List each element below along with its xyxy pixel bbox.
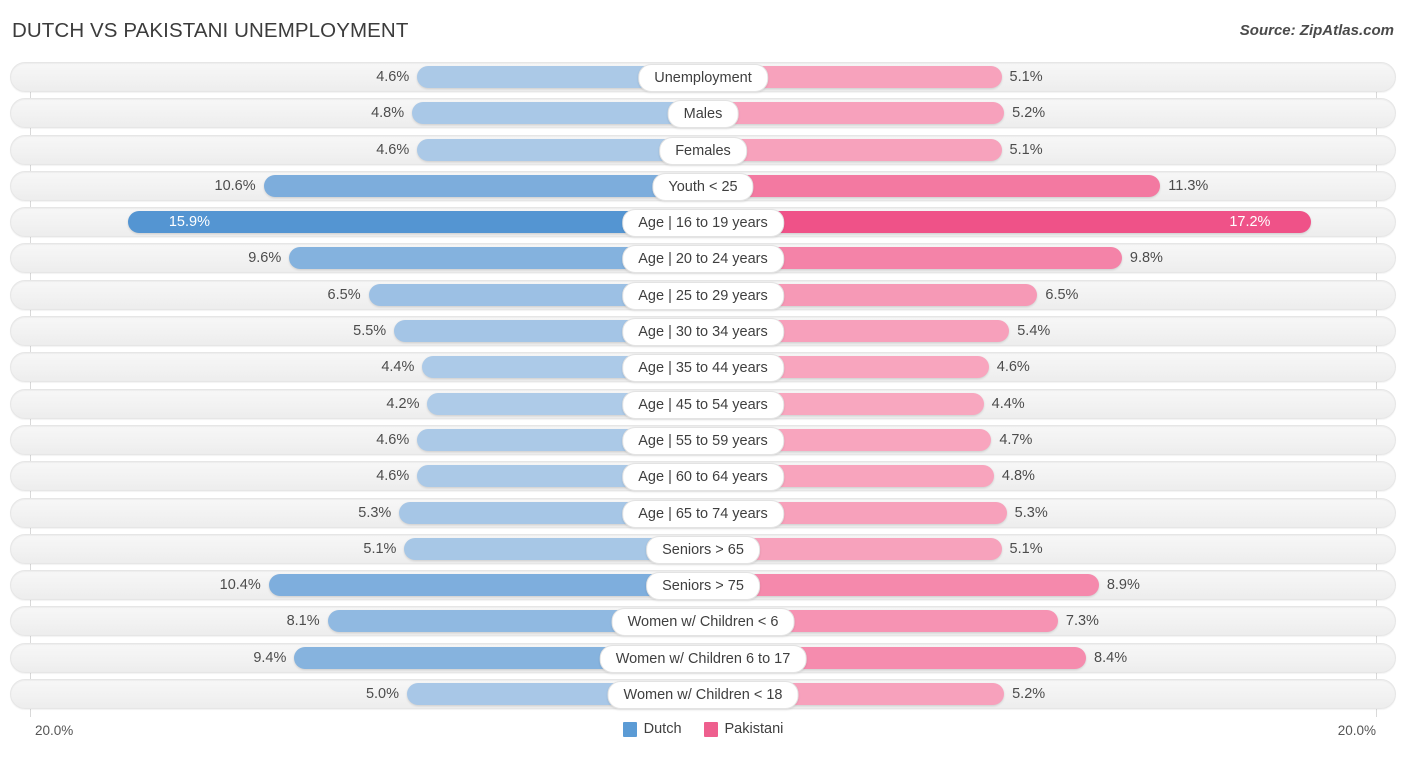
value-label-pakistani: 5.4% bbox=[1017, 323, 1051, 340]
category-label: Age | 25 to 29 years bbox=[622, 281, 784, 310]
category-label: Seniors > 65 bbox=[646, 535, 760, 564]
bar-pakistani bbox=[703, 138, 1002, 161]
value-label-pakistani: 5.1% bbox=[1009, 540, 1043, 557]
chart-row: 5.1% 5.1% Seniors > 65 bbox=[0, 533, 1406, 564]
chart-header: DUTCH VS PAKISTANI UNEMPLOYMENT Source: … bbox=[0, 0, 1406, 62]
value-label-dutch: 15.9% bbox=[168, 214, 210, 231]
category-label: Age | 30 to 34 years bbox=[622, 318, 784, 347]
chart-row: 4.6% 5.1% Females bbox=[0, 134, 1406, 165]
category-label: Age | 45 to 54 years bbox=[622, 390, 784, 419]
value-label-dutch: 8.1% bbox=[286, 613, 320, 630]
value-label-dutch: 5.5% bbox=[353, 323, 387, 340]
category-label: Women w/ Children < 18 bbox=[607, 681, 799, 710]
chart-row: 10.6% 11.3% Youth < 25 bbox=[0, 170, 1406, 201]
value-label-dutch: 5.0% bbox=[365, 686, 399, 703]
page-title: DUTCH VS PAKISTANI UNEMPLOYMENT bbox=[12, 19, 409, 42]
category-label: Unemployment bbox=[638, 64, 768, 92]
chart-row: 4.8% 5.2% Males bbox=[0, 98, 1406, 129]
category-label: Age | 65 to 74 years bbox=[622, 499, 784, 528]
bar-dutch bbox=[268, 574, 703, 597]
value-label-pakistani: 9.8% bbox=[1129, 250, 1163, 267]
category-label: Women w/ Children < 6 bbox=[611, 608, 795, 637]
category-label: Age | 35 to 44 years bbox=[622, 354, 784, 383]
value-label-pakistani: 11.3% bbox=[1168, 177, 1209, 194]
value-label-dutch: 5.1% bbox=[363, 540, 397, 557]
bar-dutch bbox=[412, 102, 703, 125]
value-label-dutch: 4.4% bbox=[381, 359, 415, 376]
bar-dutch bbox=[263, 174, 703, 197]
value-label-pakistani: 5.2% bbox=[1012, 686, 1046, 703]
chart-row: 10.4% 8.9% Seniors > 75 bbox=[0, 570, 1406, 601]
legend-label: Dutch bbox=[643, 721, 682, 737]
value-label-dutch: 4.6% bbox=[376, 431, 410, 448]
legend-swatch-pakistani bbox=[703, 721, 718, 737]
legend-item-pakistani[interactable]: Pakistani bbox=[703, 721, 784, 737]
value-label-pakistani: 17.2% bbox=[1229, 214, 1271, 231]
value-label-pakistani: 7.3% bbox=[1065, 613, 1099, 630]
category-label: Age | 16 to 19 years bbox=[622, 209, 784, 238]
category-label: Age | 20 to 24 years bbox=[622, 245, 784, 274]
bar-pakistani bbox=[703, 174, 1161, 197]
category-label: Age | 55 to 59 years bbox=[622, 426, 784, 455]
value-label-pakistani: 4.8% bbox=[1001, 468, 1035, 485]
value-label-dutch: 4.8% bbox=[371, 105, 405, 122]
legend-swatch-dutch bbox=[622, 721, 637, 737]
chart-row: 15.9% 17.2% Age | 16 to 19 years bbox=[0, 207, 1406, 238]
value-label-dutch: 4.2% bbox=[386, 395, 420, 412]
chart-row: 5.3% 5.3% Age | 65 to 74 years bbox=[0, 497, 1406, 528]
chart-row: 6.5% 6.5% Age | 25 to 29 years bbox=[0, 279, 1406, 310]
chart-row: 9.6% 9.8% Age | 20 to 24 years bbox=[0, 243, 1406, 274]
value-label-pakistani: 8.4% bbox=[1094, 649, 1128, 666]
category-label: Seniors > 75 bbox=[646, 572, 760, 601]
value-label-dutch: 9.6% bbox=[248, 250, 282, 267]
chart-row: 4.2% 4.4% Age | 45 to 54 years bbox=[0, 388, 1406, 419]
chart-footer: 20.0% 20.0% Dutch Pakistani bbox=[0, 717, 1406, 757]
category-label: Males bbox=[667, 100, 739, 129]
category-label: Women w/ Children 6 to 17 bbox=[599, 644, 807, 673]
value-label-dutch: 5.3% bbox=[358, 504, 392, 521]
chart-row: 8.1% 7.3% Women w/ Children < 6 bbox=[0, 606, 1406, 637]
value-label-dutch: 4.6% bbox=[376, 141, 410, 158]
chart-row: 4.6% 5.1% Unemployment bbox=[0, 62, 1406, 92]
bar-pakistani bbox=[703, 211, 1312, 234]
bar-pakistani bbox=[703, 102, 1005, 125]
bar-dutch bbox=[127, 211, 703, 234]
value-label-pakistani: 4.6% bbox=[996, 359, 1030, 376]
chart-row: 4.6% 4.7% Age | 55 to 59 years bbox=[0, 424, 1406, 455]
value-label-pakistani: 4.4% bbox=[991, 395, 1025, 412]
chart-row: 4.4% 4.6% Age | 35 to 44 years bbox=[0, 352, 1406, 383]
chart-legend: Dutch Pakistani bbox=[0, 721, 1406, 737]
chart-rows: 4.6% 5.1% Unemployment 4.8% 5.2% Males 4.6% 5.1… bbox=[0, 62, 1406, 715]
chart-row: 4.6% 4.8% Age | 60 to 64 years bbox=[0, 461, 1406, 492]
value-label-pakistani: 5.2% bbox=[1012, 105, 1046, 122]
chart-row: 5.5% 5.4% Age | 30 to 34 years bbox=[0, 316, 1406, 347]
value-label-dutch: 9.4% bbox=[253, 649, 287, 666]
value-label-dutch: 4.6% bbox=[376, 69, 410, 85]
chart-row: 5.0% 5.2% Women w/ Children < 18 bbox=[0, 679, 1406, 710]
bar-pakistani bbox=[703, 574, 1099, 597]
value-label-dutch: 6.5% bbox=[327, 286, 361, 303]
value-label-pakistani: 4.7% bbox=[999, 431, 1033, 448]
source-attribution: Source: ZipAtlas.com bbox=[1239, 22, 1394, 39]
category-label: Females bbox=[659, 136, 747, 165]
chart-plot-area: 4.6% 5.1% Unemployment 4.8% 5.2% Males 4.6% 5.1… bbox=[0, 62, 1406, 717]
value-label-pakistani: 5.1% bbox=[1009, 141, 1043, 158]
value-label-pakistani: 6.5% bbox=[1045, 286, 1079, 303]
category-label: Age | 60 to 64 years bbox=[622, 463, 784, 492]
value-label-pakistani: 5.3% bbox=[1014, 504, 1048, 521]
legend-label: Pakistani bbox=[724, 721, 784, 737]
legend-item-dutch[interactable]: Dutch bbox=[622, 721, 682, 737]
value-label-dutch: 4.6% bbox=[376, 468, 410, 485]
category-label: Youth < 25 bbox=[652, 172, 754, 201]
value-label-pakistani: 5.1% bbox=[1009, 69, 1043, 85]
value-label-dutch: 10.6% bbox=[214, 177, 256, 194]
value-label-pakistani: 8.9% bbox=[1106, 577, 1140, 594]
value-label-dutch: 10.4% bbox=[219, 577, 261, 594]
chart-row: 9.4% 8.4% Women w/ Children 6 to 17 bbox=[0, 642, 1406, 673]
